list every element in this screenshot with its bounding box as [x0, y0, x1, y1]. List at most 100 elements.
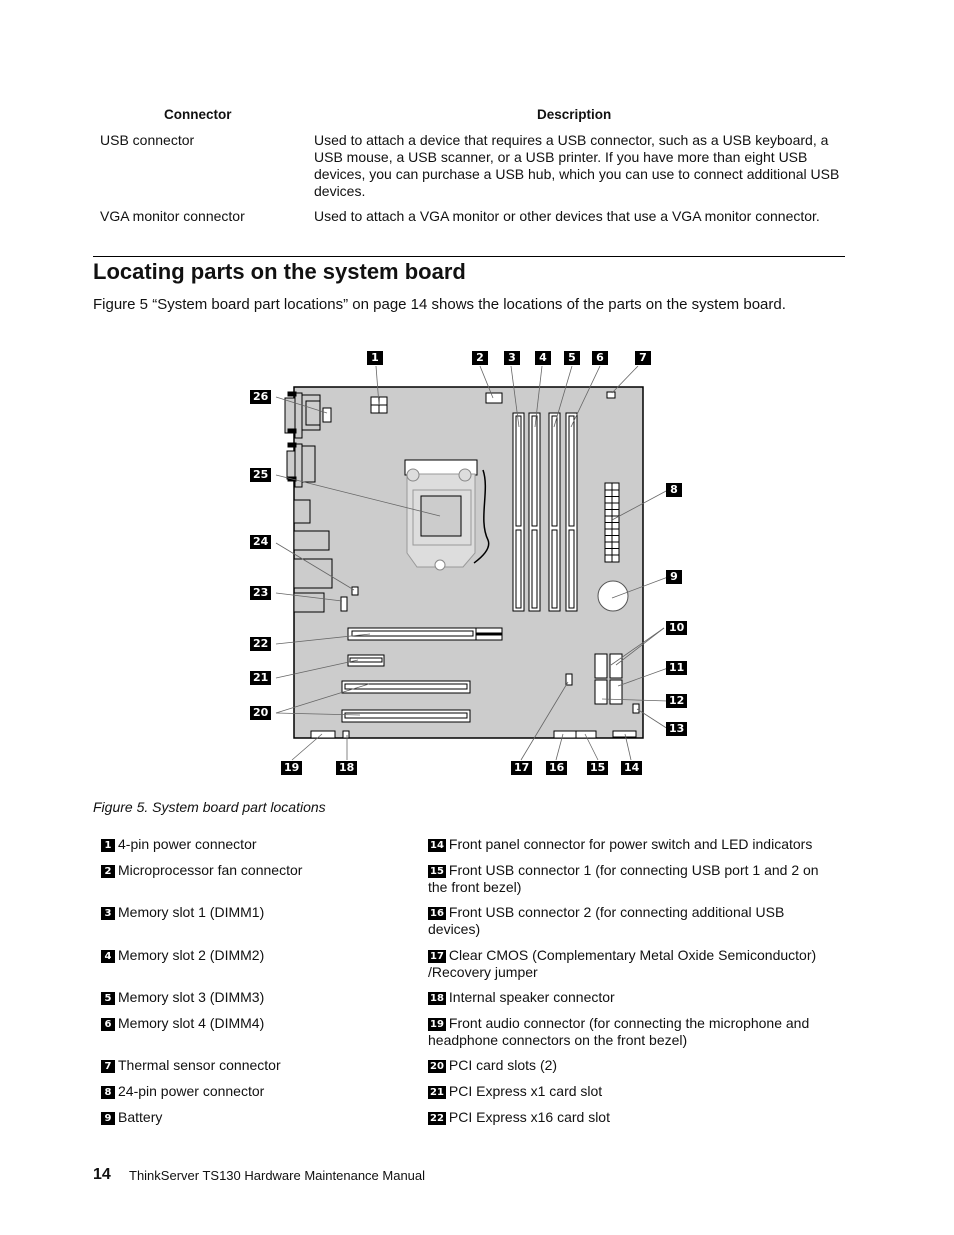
callout-11: 11: [666, 661, 688, 675]
rear-ps2-port: [293, 499, 311, 524]
legend-text: Front USB connector 2 (for connecting ad…: [428, 904, 785, 937]
legend-item: 22 PCI Express x16 card slot: [428, 1109, 828, 1126]
legend-badge: 3: [101, 907, 115, 920]
legend-text: Battery: [118, 1109, 163, 1125]
legend-item: 15 Front USB connector 1 (for connecting …: [428, 862, 828, 896]
battery: [597, 580, 629, 612]
legend-item: 21 PCI Express x1 card slot: [428, 1083, 828, 1100]
connector-24: [351, 586, 359, 596]
legend-item: 20 PCI card slots (2): [428, 1057, 828, 1074]
callout-14: 14: [621, 761, 643, 775]
system-board-figure: [275, 365, 669, 761]
legend-text: Memory slot 3 (DIMM3): [118, 989, 265, 1005]
callout-25: 25: [250, 468, 272, 482]
front-usb-connector-2: [553, 730, 577, 739]
callout-13: 13: [666, 722, 688, 736]
callout-1: 1: [367, 351, 383, 365]
rear-vga-port: [286, 442, 316, 488]
pci-slot-2: [341, 709, 471, 723]
callout-12: 12: [666, 694, 688, 708]
callout-24: 24: [250, 535, 272, 549]
callout-20: 20: [250, 706, 272, 720]
pcie-x16-slot: [347, 627, 503, 641]
callout-22: 22: [250, 637, 272, 651]
legend-badge: 22: [428, 1112, 446, 1125]
callout-9: 9: [666, 570, 682, 584]
callout-23: 23: [250, 586, 272, 600]
cpu-fan-connector: [485, 392, 503, 404]
legend-badge: 2: [101, 865, 115, 878]
legend-text: PCI Express x16 card slot: [448, 1109, 610, 1125]
callout-18: 18: [336, 761, 358, 775]
callout-19: 19: [281, 761, 303, 775]
front-audio-connector: [310, 730, 336, 739]
sata-connector: [609, 653, 623, 679]
callout-16: 16: [546, 761, 568, 775]
legend-badge: 16: [428, 907, 446, 920]
legend-text: Internal speaker connector: [448, 989, 615, 1005]
internal-speaker-connector: [342, 730, 350, 739]
legend-item: 18 Internal speaker connector: [428, 989, 828, 1006]
thermal-sensor-connector: [606, 391, 616, 399]
legend-badge: 21: [428, 1086, 446, 1099]
front-panel-connector: [612, 730, 637, 738]
connector-23: [340, 596, 348, 612]
legend-text: Microprocessor fan connector: [118, 862, 303, 878]
callout-8: 8: [666, 483, 682, 497]
legend-text: Clear CMOS (Complementary Metal Oxide Se…: [428, 947, 817, 980]
callout-2: 2: [472, 351, 488, 365]
legend-text: Front panel connector for power switch a…: [448, 836, 813, 852]
legend-badge: 17: [428, 950, 446, 963]
sata-connector: [594, 679, 608, 705]
callout-21: 21: [250, 671, 272, 685]
legend-badge: 19: [428, 1018, 446, 1031]
callout-10: 10: [666, 621, 688, 635]
dimm-slot-4: [565, 412, 578, 612]
callout-4: 4: [535, 351, 551, 365]
serial-header: [322, 407, 332, 423]
legend-badge: 15: [428, 865, 446, 878]
legend-text: Thermal sensor connector: [118, 1057, 281, 1073]
legend-badge: 9: [101, 1112, 115, 1125]
callout-3: 3: [504, 351, 520, 365]
legend-text: PCI Express x1 card slot: [448, 1083, 603, 1099]
legend-text: 4-pin power connector: [118, 836, 257, 852]
callout-7: 7: [635, 351, 651, 365]
callout-17: 17: [511, 761, 533, 775]
dimm-slot-3: [548, 412, 561, 612]
legend-badge: 5: [101, 992, 115, 1005]
legend-badge: 18: [428, 992, 446, 1005]
sata-connector: [609, 679, 623, 705]
legend-text: Front USB connector 1 (for connecting US…: [428, 862, 819, 895]
dimm-slot-1: [512, 412, 525, 612]
callout-15: 15: [587, 761, 609, 775]
legend-text: Front audio connector (for connecting th…: [428, 1015, 810, 1048]
legend-badge: 4: [101, 950, 115, 963]
legend-item: 19 Front audio connector (for connecting …: [428, 1015, 828, 1049]
dimm-slot-2: [528, 412, 541, 612]
legend-text: Memory slot 4 (DIMM4): [118, 1015, 265, 1031]
legend-text: 24-pin power connector: [118, 1083, 265, 1099]
legend-badge: 20: [428, 1060, 446, 1073]
legend-item: 14 Front panel connector for power switch…: [428, 836, 828, 853]
connector-13: [632, 703, 640, 714]
legend-text: Memory slot 2 (DIMM2): [118, 947, 265, 963]
legend-badge: 1: [101, 839, 115, 852]
pci-slot-1: [341, 680, 471, 694]
page-number: 14: [93, 1166, 111, 1183]
legend-item: 16 Front USB connector 2 (for connecting …: [428, 904, 828, 938]
sata-connector: [594, 653, 608, 679]
legend-badge: 8: [101, 1086, 115, 1099]
legend-badge: 6: [101, 1018, 115, 1031]
legend-text: Memory slot 1 (DIMM1): [118, 904, 265, 920]
legend-badge: 14: [428, 839, 446, 852]
legend-text: PCI card slots (2): [448, 1057, 558, 1073]
legend-item: 17 Clear CMOS (Complementary Metal Oxide …: [428, 947, 828, 981]
callout-6: 6: [592, 351, 608, 365]
callout-26: 26: [250, 390, 272, 404]
front-usb-connector-1: [575, 730, 597, 739]
callout-5: 5: [564, 351, 580, 365]
figure-caption: Figure 5. System board part locations: [93, 799, 326, 815]
rear-usb-ports: [293, 530, 330, 551]
pcie-x1-slot: [347, 654, 385, 667]
